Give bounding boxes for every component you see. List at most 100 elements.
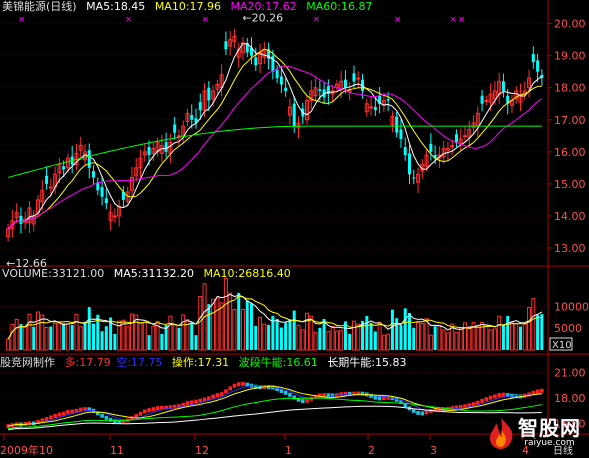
signal-marker: × (449, 15, 457, 25)
volume-bar (445, 332, 450, 351)
indicator-tick-label: 21.00 (554, 366, 586, 379)
volume-bar (509, 322, 514, 351)
volume-bar (377, 322, 382, 351)
candle-body (271, 55, 275, 72)
indicator-block (535, 389, 540, 394)
volume-bar (215, 297, 220, 351)
volume-bar (258, 316, 263, 351)
volume-bar (125, 326, 130, 351)
indicator-block (236, 382, 241, 387)
volume-panel-header: VOLUME:33121.00 MA5:31132.20 MA10:26816.… (2, 268, 297, 280)
volume-bar (428, 334, 433, 351)
signal-marker: × (394, 15, 402, 25)
main-panel-header: 美锦能源(日线) MA5:18.45 MA10:17.96 MA20:17.62… (2, 1, 378, 13)
volume-bar (267, 324, 271, 350)
candle-body (207, 87, 211, 101)
volume-bar (403, 308, 407, 350)
volume-bar (467, 327, 472, 351)
ma20-line (7, 65, 543, 230)
volume-bar (172, 324, 177, 351)
candle-body (429, 143, 433, 152)
volume-bar (49, 326, 53, 350)
indicator-block (373, 395, 378, 400)
volume-bar (219, 302, 224, 351)
volume-bar (309, 315, 314, 351)
volume-bar (151, 325, 156, 351)
candle-body (92, 171, 96, 178)
volume-bar (395, 318, 399, 350)
volume-bar (198, 296, 203, 351)
volume-legend: VOLUME:33121.00 (2, 267, 105, 280)
indicator-block (292, 395, 297, 400)
volume-tick-label: 10000 (554, 300, 589, 313)
candle-body (279, 76, 283, 85)
price-tick-label: 14.00 (554, 210, 586, 223)
price-tick-label: 15.00 (554, 178, 586, 191)
volume-bar (207, 304, 211, 350)
volume-bar (44, 327, 49, 351)
volume-bar (65, 323, 70, 351)
volume-tick-label: 5000 (554, 322, 582, 335)
volume-bar (70, 325, 74, 350)
candle-body (408, 153, 411, 175)
volume-bar (254, 326, 258, 350)
price-tick-label: 18.00 (554, 82, 586, 95)
volume-bar (441, 329, 446, 351)
candle-body (531, 54, 535, 63)
volume-bar (433, 326, 437, 350)
price-tick-label: 13.00 (554, 242, 586, 255)
indicator-block (300, 399, 305, 404)
volume-bar (492, 328, 497, 351)
indicator-wave: 波段牛能:16.61 (238, 356, 318, 369)
indicator-block (27, 421, 32, 426)
indicator-block (411, 408, 416, 413)
candle-body (373, 106, 377, 111)
candle-body (484, 100, 489, 103)
candle-body (104, 198, 108, 204)
volume-bar (536, 315, 540, 350)
volume-bar (104, 326, 108, 350)
indicator-block (497, 393, 501, 398)
candle-body (356, 77, 361, 80)
indicator-operation: 操作:17.31 (171, 356, 230, 369)
volume-bar (57, 321, 62, 351)
price-tick-label: 20.00 (554, 18, 586, 31)
candle-body (48, 186, 53, 189)
candle-body (254, 57, 258, 66)
candle-body (352, 73, 356, 82)
volume-bar (27, 313, 32, 351)
candle-body (536, 60, 540, 72)
flame-icon (490, 418, 513, 449)
indicator-block (484, 397, 489, 402)
volume-ma10-legend: MA10:26816.40 (203, 267, 291, 280)
price-tick-label: 19.00 (554, 50, 586, 63)
candle-body (147, 147, 151, 156)
indicator-block (53, 414, 57, 418)
volume-bar (412, 327, 416, 350)
volume-bar (351, 320, 356, 351)
volume-bar (62, 323, 66, 350)
volume-bar (475, 326, 480, 351)
candle-body (112, 215, 117, 218)
indicator-block (57, 412, 62, 417)
candle-body (190, 114, 194, 120)
indicator-block (49, 415, 53, 420)
candle-body (62, 166, 66, 170)
indicator-block (147, 408, 151, 413)
volume-bar (527, 306, 532, 351)
ma10-legend: MA10:17.96 (154, 0, 222, 13)
candle-body (343, 79, 347, 88)
signal-marker: × (313, 15, 321, 25)
volume-bar (288, 319, 292, 350)
candle-body (399, 129, 403, 139)
volume-bar (87, 307, 91, 350)
volume-bar (373, 331, 377, 350)
volume-bar (458, 327, 463, 351)
logo-url: raiyue.com (524, 438, 575, 448)
indicator-block (151, 407, 156, 412)
volume-bar (292, 310, 296, 350)
indicator-block (113, 419, 117, 424)
candle-body (386, 98, 390, 101)
candle-body (480, 95, 484, 104)
indicator-block (480, 398, 484, 403)
